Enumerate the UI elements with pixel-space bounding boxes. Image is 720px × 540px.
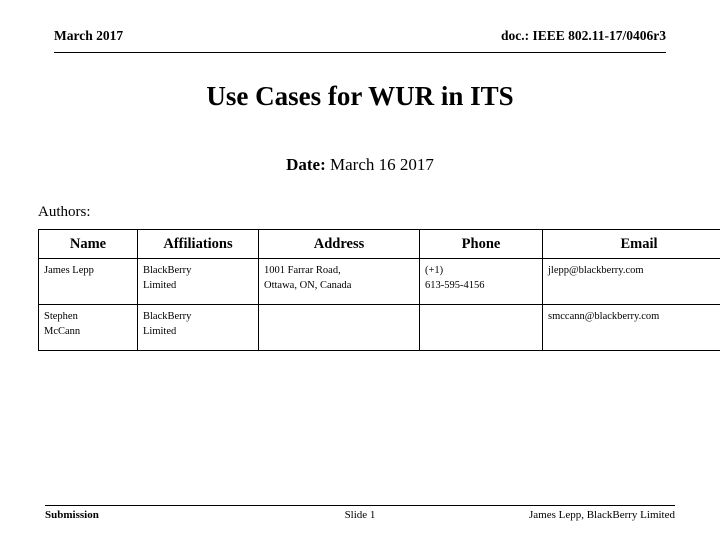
affiliation-line-2: Limited bbox=[143, 326, 177, 338]
cell-phone: (+1) 613-595-4156 bbox=[419, 258, 543, 305]
slide-title: Use Cases for WUR in ITS bbox=[206, 81, 514, 111]
header-document-id: doc.: IEEE 802.11-17/0406r3 bbox=[500, 28, 666, 43]
table-row: Stephen McCann BlackBerry Limited smccan… bbox=[38, 304, 720, 351]
slide-footer: Slide 1 Submission James Lepp, BlackBerr… bbox=[45, 505, 675, 528]
authors-label: Authors: bbox=[38, 204, 91, 220]
name-line-1: James Lepp bbox=[44, 265, 94, 276]
cell-phone bbox=[419, 304, 543, 351]
authors-table-body: James Lepp BlackBerry Limited 1001 Farra… bbox=[38, 258, 720, 351]
column-header-email: Email bbox=[542, 229, 720, 259]
authors-table-head: Name Affiliations Address Phone Email bbox=[38, 229, 720, 259]
table-row: James Lepp BlackBerry Limited 1001 Farra… bbox=[38, 258, 720, 305]
cell-affiliation: BlackBerry Limited bbox=[137, 304, 259, 351]
name-line-1: Stephen bbox=[44, 311, 78, 322]
column-header-address: Address bbox=[258, 229, 420, 259]
affiliation-line-1: BlackBerry bbox=[143, 265, 192, 276]
header-date: March 2017 bbox=[54, 28, 124, 43]
name-line-2: McCann bbox=[44, 326, 81, 338]
phone-line-2: 613-595-4156 bbox=[425, 280, 485, 292]
phone-line-1: (+1) bbox=[425, 265, 444, 276]
address-line-1: 1001 Farrar Road, bbox=[264, 265, 341, 276]
cell-email: jlepp@blackberry.com bbox=[542, 258, 720, 305]
table-header-row: Name Affiliations Address Phone Email bbox=[38, 229, 720, 259]
footer-submission: Submission bbox=[45, 509, 99, 521]
affiliation-line-2: Limited bbox=[143, 280, 177, 292]
email-text: jlepp@blackberry.com bbox=[548, 265, 644, 276]
cell-address bbox=[258, 304, 420, 351]
address-line-2: Ottawa, ON, Canada bbox=[264, 280, 352, 292]
footer-author: James Lepp, BlackBerry Limited bbox=[528, 509, 675, 521]
cell-affiliation: BlackBerry Limited bbox=[137, 258, 259, 305]
affiliation-line-1: BlackBerry bbox=[143, 311, 192, 322]
cell-name: James Lepp bbox=[38, 258, 138, 305]
authors-table: Name Affiliations Address Phone Email Ja… bbox=[38, 229, 720, 351]
cell-email: smccann@blackberry.com bbox=[542, 304, 720, 351]
date-label: Date: bbox=[286, 155, 326, 174]
slide-date: Date: March 16 2017 bbox=[54, 155, 666, 175]
column-header-name: Name bbox=[38, 229, 138, 259]
date-value: March 16 2017 bbox=[330, 155, 434, 174]
slide-header: March 2017 doc.: IEEE 802.11-17/0406r3 bbox=[54, 28, 666, 53]
column-header-affiliations: Affiliations bbox=[137, 229, 259, 259]
cell-name: Stephen McCann bbox=[38, 304, 138, 351]
cell-address: 1001 Farrar Road, Ottawa, ON, Canada bbox=[258, 258, 420, 305]
email-text: smccann@blackberry.com bbox=[548, 311, 660, 322]
slide-page: { "header": { "left": "March 2017", "rig… bbox=[0, 0, 720, 540]
column-header-phone: Phone bbox=[419, 229, 543, 259]
